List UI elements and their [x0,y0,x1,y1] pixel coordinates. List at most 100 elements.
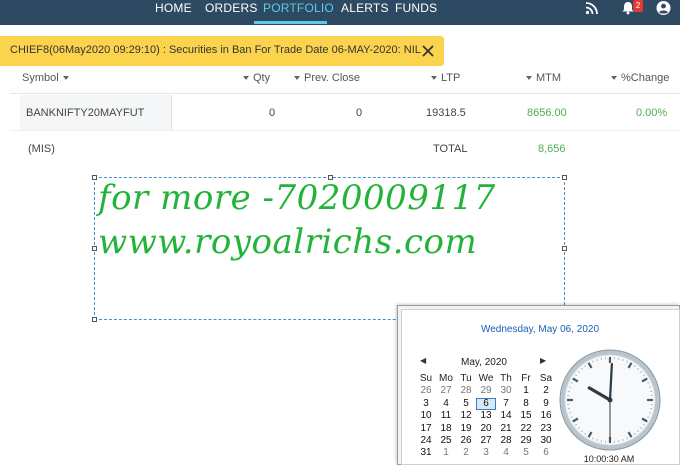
calendar-day[interactable]: 22 [516,423,536,435]
calendar-day[interactable]: 4 [436,398,456,410]
calendar-day[interactable]: 3 [476,447,496,459]
calendar-day[interactable]: 12 [456,410,476,422]
calendar-day[interactable]: 9 [536,398,556,410]
calendar-day[interactable]: 3 [416,398,436,410]
calendar-day[interactable]: 20 [476,423,496,435]
total-mtm: 8,656 [538,143,566,155]
calendar-day[interactable]: 16 [536,410,556,422]
ltp-value: 19318.5 [426,107,466,119]
calendar-day[interactable]: 2 [536,385,556,397]
analog-clock [559,349,661,451]
column-header-ltp[interactable]: LTP [427,72,460,84]
top-nav: HOME ORDERS PORTFOLIO ALERTS FUNDS 2 [0,0,680,25]
calendar-day[interactable]: 1 [516,385,536,397]
nav-alerts[interactable]: ALERTS [341,1,389,15]
column-header-prev-close[interactable]: Prev. Close [290,72,360,84]
calendar-day[interactable]: 2 [456,447,476,459]
calendar-day[interactable]: 29 [516,435,536,447]
calendar-day[interactable]: 6 [476,397,496,411]
date-time-panel: Wednesday, May 06, 2020 ◀ May, 2020 ▶ Su… [401,309,680,465]
nav-home[interactable]: HOME [155,1,192,15]
user-icon[interactable] [656,0,671,16]
calendar-weekday: We [478,373,494,384]
calendar-day[interactable]: 31 [416,447,436,459]
calendar-week-row: 17 18 19 20 21 22 23 [416,423,556,435]
calendar-day[interactable]: 23 [536,423,556,435]
column-header-symbol[interactable]: Symbol [22,72,73,84]
calendar-day[interactable]: 30 [496,385,516,397]
nav-funds[interactable]: FUNDS [395,1,437,15]
watermark-url-text: www.royoalrichs.com [98,222,478,262]
calendar-day[interactable]: 18 [436,423,456,435]
calendar-day[interactable]: 25 [436,435,456,447]
notification-badge: 2 [633,0,643,12]
page: HOME ORDERS PORTFOLIO ALERTS FUNDS 2 CHI… [0,0,680,465]
calendar-day[interactable]: 5 [456,398,476,410]
calendar-day[interactable]: 26 [416,385,436,397]
calendar-day[interactable]: 15 [516,410,536,422]
total-label: TOTAL [433,143,468,155]
calendar-day[interactable]: 14 [496,410,516,422]
clock-time-text: 10:00:30 AM [583,454,635,464]
calendar-day[interactable]: 7 [496,398,516,410]
calendar-day[interactable]: 1 [436,447,456,459]
calendar-week-row: 10 11 12 13 14 15 16 [416,410,556,422]
column-header-qty[interactable]: Qty [239,72,270,84]
table-row[interactable]: BANKNIFTY20MAYFUT 0 0 19318.5 8656.00 0.… [10,95,680,131]
calendar-day[interactable]: 5 [516,447,536,459]
calendar-day[interactable]: 29 [476,385,496,397]
calendar-weekday: Th [500,373,512,384]
calendar-weekday: Fr [521,373,531,384]
calendar-day[interactable]: 4 [496,447,516,459]
calendar-day[interactable]: 26 [456,435,476,447]
nav-orders[interactable]: ORDERS [205,1,258,15]
resize-handle[interactable] [92,175,97,180]
calendar-day[interactable]: 6 [536,447,556,459]
calendar-grid: Su Mo Tu We Th Fr Sa 26 27 28 29 30 1 2 3 4 5 6 7 8 9 10 11 12 1… [416,373,556,460]
calendar-weekday: Su [419,373,433,384]
calendar-day[interactable]: 28 [496,435,516,447]
symbol-value[interactable]: BANKNIFTY20MAYFUT [26,107,144,119]
calendar-day[interactable]: 19 [456,423,476,435]
long-date-link[interactable]: Wednesday, May 06, 2020 [402,324,678,335]
clock-center-pin [607,397,613,403]
next-month-icon[interactable]: ▶ [540,356,546,365]
calendar-weekday: Tu [460,373,472,384]
date-time-popup: Wednesday, May 06, 2020 ◀ May, 2020 ▶ Su… [397,305,680,465]
resize-handle[interactable] [562,246,567,251]
calendar-week-row: 26 27 28 29 30 1 2 [416,385,556,397]
calendar-day[interactable]: 30 [536,435,556,447]
calendar-day[interactable]: 27 [476,435,496,447]
calendar-weekday-row: Su Mo Tu We Th Fr Sa [416,373,556,385]
calendar-day[interactable]: 11 [436,410,456,422]
total-row: (MIS) TOTAL 8,656 [10,131,680,161]
calendar-day[interactable]: 24 [416,435,436,447]
resize-handle[interactable] [562,175,567,180]
column-header-change[interactable]: %Change [607,72,669,84]
calendar-day[interactable]: 17 [416,423,436,435]
calendar-month-label[interactable]: May, 2020 [412,357,556,368]
column-header-mtm[interactable]: MTM [522,72,561,84]
calendar-day[interactable]: 8 [516,398,536,410]
calendar-day[interactable]: 13 [476,410,496,422]
calendar-day[interactable]: 27 [436,385,456,397]
resize-handle[interactable] [92,317,97,322]
close-icon[interactable] [421,44,435,58]
qty-value: 0 [269,107,276,119]
watermark-phone-text: for more -7020009117 [98,178,496,218]
resize-handle[interactable] [92,246,97,251]
calendar-day[interactable]: 28 [456,385,476,397]
positions-table-header: Symbol Qty Prev. Close LTP MTM %Change [10,66,680,94]
product-type: (MIS) [28,143,55,155]
alert-message: CHIEF8(06May2020 09:29:10) : Securities … [10,44,421,56]
calendar-day[interactable]: 21 [496,423,516,435]
calendar-week-row: 3456789 [416,397,556,411]
rss-icon[interactable] [585,0,599,16]
calendar-weekday: Mo [439,373,453,384]
mtm-value: 8656.00 [527,107,567,119]
alert-banner: CHIEF8(06May2020 09:29:10) : Securities … [0,36,444,66]
calendar-week-row: 31 1 2 3 4 5 6 [416,447,556,459]
calendar-weekday: Sa [539,373,553,384]
calendar-day[interactable]: 10 [416,410,436,422]
nav-portfolio[interactable]: PORTFOLIO [263,1,334,15]
